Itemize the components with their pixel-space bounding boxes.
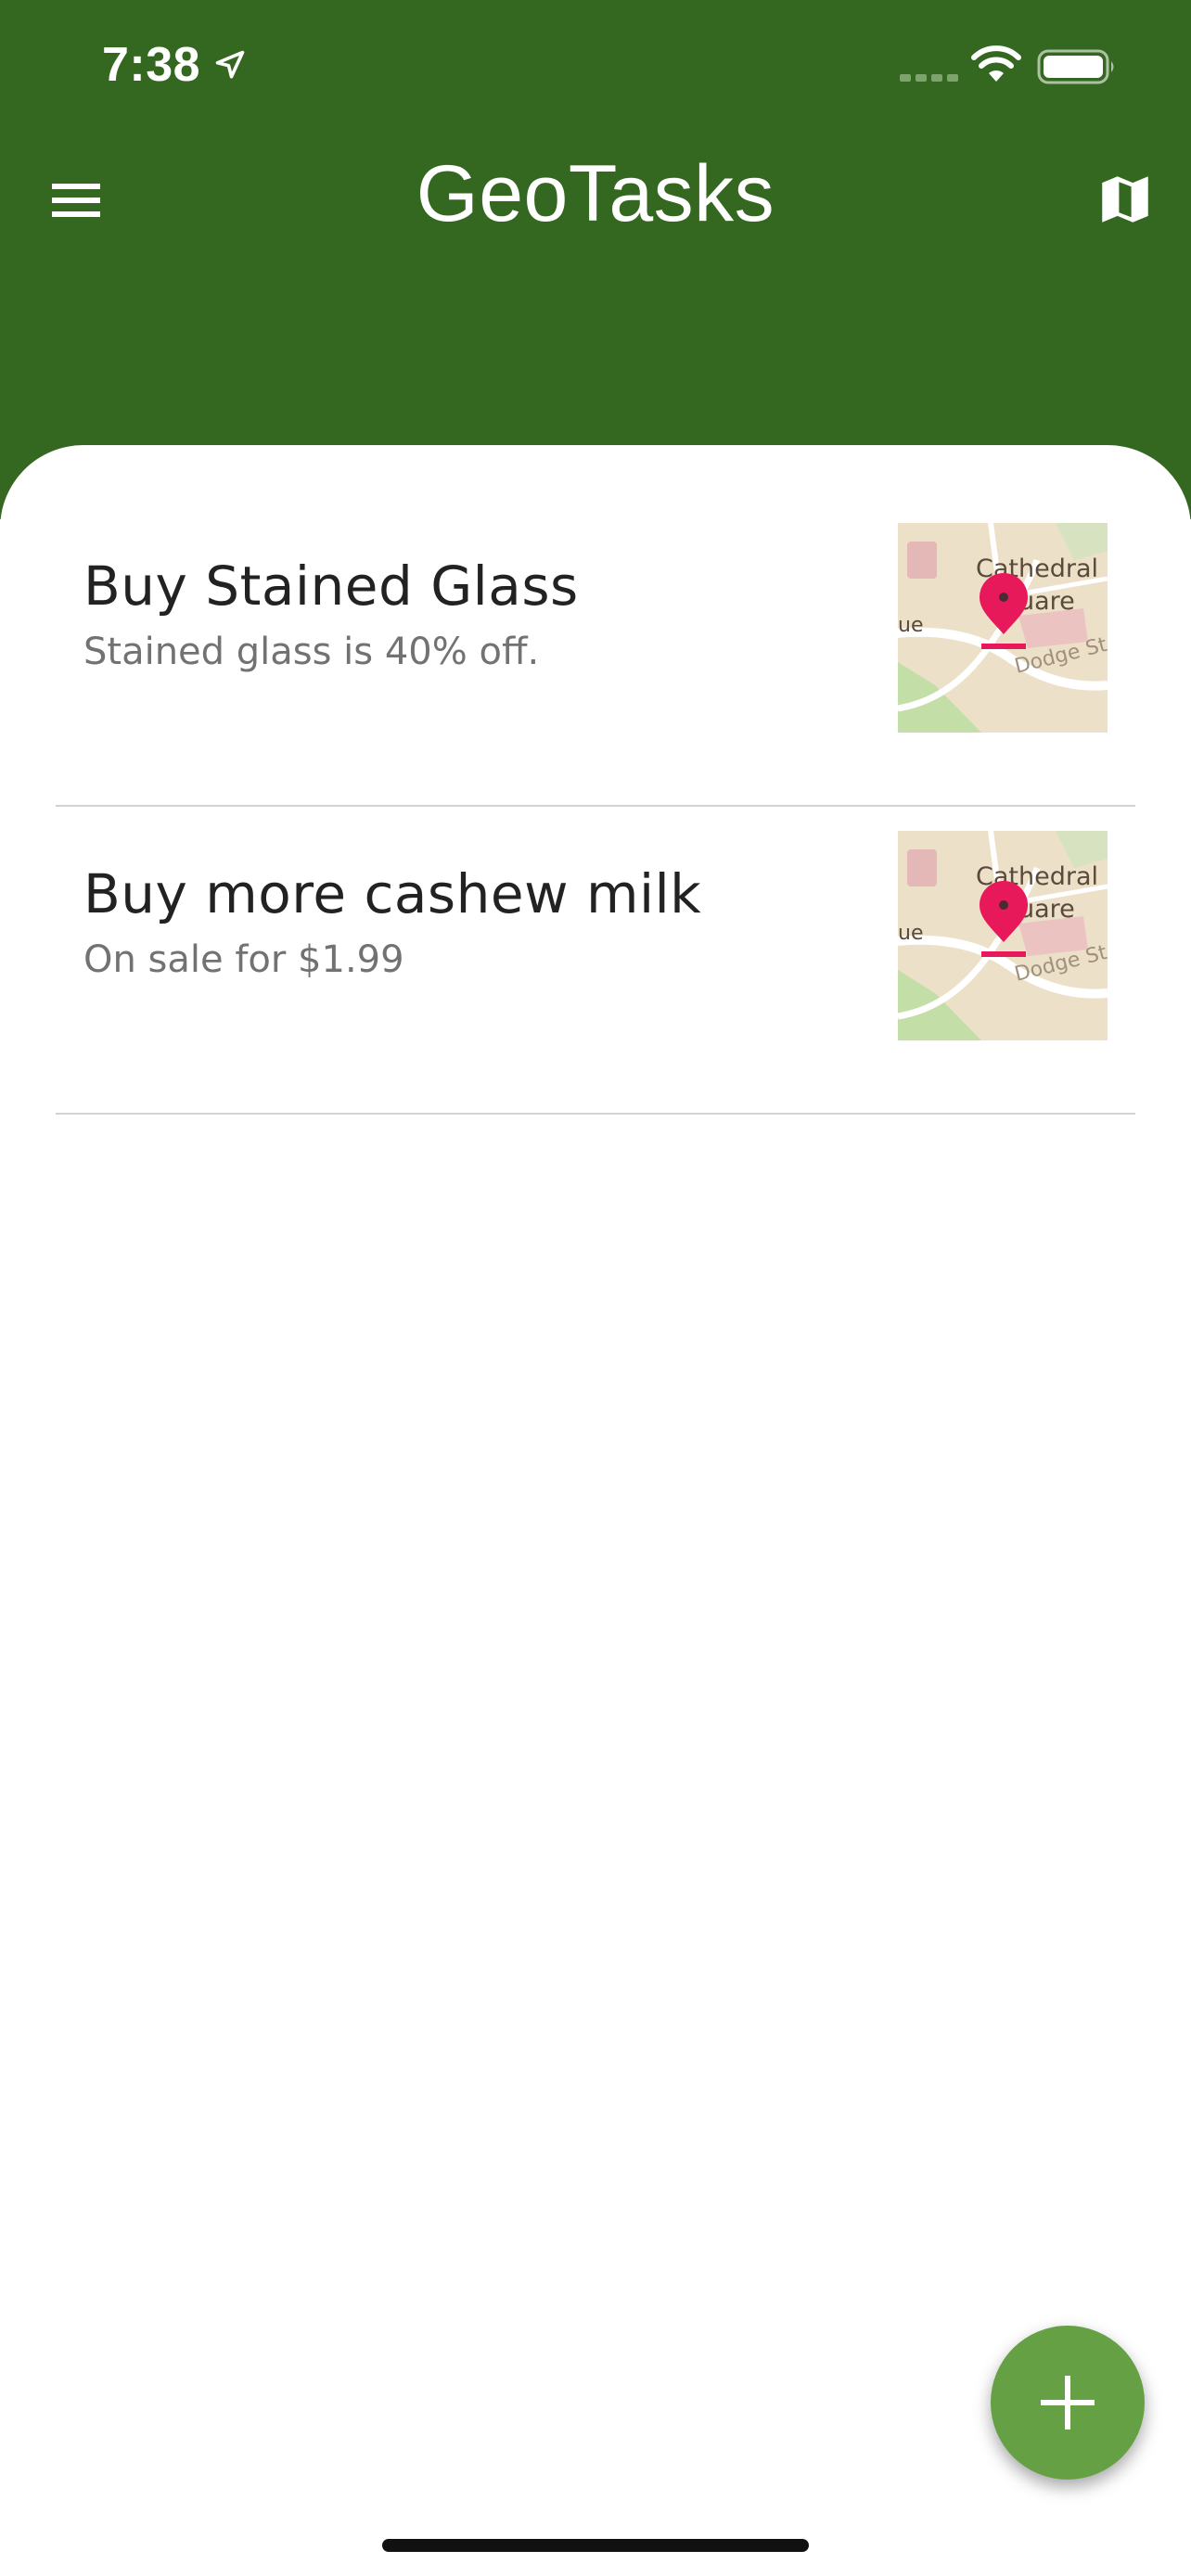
battery-icon xyxy=(1037,49,1114,84)
task-title: Buy more cashew milk xyxy=(83,862,702,925)
task-description: Stained glass is 40% off. xyxy=(83,631,540,673)
task-list: Buy Stained Glass Stained glass is 40% o… xyxy=(0,499,1191,1115)
status-time: 7:38 xyxy=(102,38,201,92)
task-map-thumbnail: Cathedral uare ue Dodge St xyxy=(898,831,1108,1040)
add-task-button[interactable] xyxy=(991,2326,1145,2480)
map-label: ue xyxy=(898,922,923,945)
content-sheet: Buy Stained Glass Stained glass is 40% o… xyxy=(0,445,1191,2576)
map-icon[interactable] xyxy=(1095,169,1156,230)
plus-icon xyxy=(1041,2376,1095,2429)
wifi-icon xyxy=(971,45,1021,82)
task-list-item[interactable]: Buy Stained Glass Stained glass is 40% o… xyxy=(0,499,1191,807)
page-title: GeoTasks xyxy=(416,149,775,238)
status-bar: 7:38 xyxy=(0,0,1191,139)
map-label: ue xyxy=(898,614,923,637)
location-arrow-icon xyxy=(215,50,245,79)
task-map-thumbnail: Cathedral uare ue Dodge St xyxy=(898,523,1108,733)
app-header: 7:38 GeoTasks xyxy=(0,0,1191,519)
cellular-signal-icon xyxy=(900,74,958,82)
task-list-item[interactable]: Buy more cashew milk On sale for $1.99 C… xyxy=(0,807,1191,1115)
task-description: On sale for $1.99 xyxy=(83,938,404,981)
home-indicator xyxy=(382,2539,809,2552)
task-title: Buy Stained Glass xyxy=(83,555,579,618)
divider xyxy=(56,1113,1135,1115)
